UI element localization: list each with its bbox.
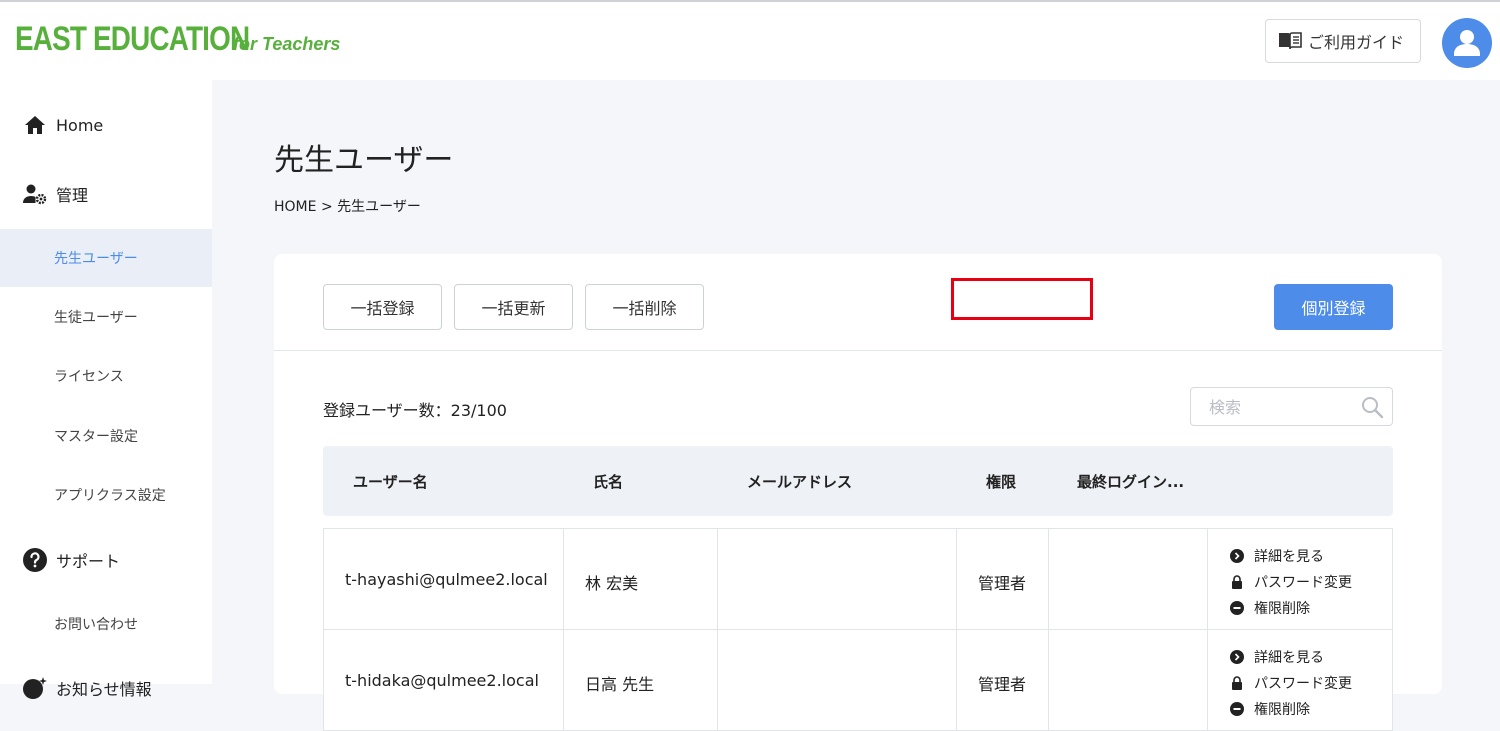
search-input[interactable] [1191,388,1371,427]
cell-role: 管理者 [957,630,1049,730]
page-title: 先生ユーザー [274,143,454,178]
user-guide-button[interactable]: ご利用ガイド [1265,19,1421,63]
help-circle-icon [22,547,48,573]
revoke-permission-label: 権限削除 [1254,702,1310,718]
logo-subtitle: for Teachers [233,34,341,54]
sidebar-item-home[interactable]: Home [22,110,103,140]
sidebar-item-support[interactable]: サポート [22,545,120,575]
cell-email [718,630,957,730]
logo-text[interactable]: EAST EDUCATION [15,20,250,59]
change-password-link[interactable]: パスワード変更 [1230,670,1352,696]
user-list-card: 一括登録 一括更新 一括削除 個別登録 登録ユーザー数：23/100 ユーザー名… [274,254,1442,731]
sparkle-icon [22,675,48,701]
sidebar-item-label: お知らせ情報 [56,680,152,699]
view-detail-label: 詳細を見る [1254,549,1324,565]
view-detail-label: 詳細を見る [1254,650,1324,666]
bulk-delete-button[interactable]: 一括削除 [585,284,704,330]
top-header: EAST EDUCATION for Teachers ご利用ガイド [0,2,1500,80]
cell-name: 日高 先生 [564,630,718,730]
cell-email [718,529,957,629]
sidebar-item-teacher-users[interactable]: 先生ユーザー [0,229,212,287]
user-gear-icon [22,181,48,207]
individual-register-button[interactable]: 個別登録 [1274,284,1393,330]
chevron-circle-icon [1230,549,1244,563]
breadcrumb-current: 先生ユーザー [337,199,421,215]
cell-username: t-hidaka@qulmee2.local [324,630,564,730]
view-detail-link[interactable]: 詳細を見る [1230,644,1352,670]
column-header-email[interactable]: メールアドレス [747,471,852,492]
username-text: t-hidaka@qulmee2.local [345,671,539,690]
revoke-permission-link[interactable]: 権限削除 [1230,595,1352,621]
sidebar-item-app-class-settings[interactable]: アプリクラス設定 [0,466,212,524]
revoke-permission-link[interactable]: 権限削除 [1230,696,1352,722]
change-password-label: パスワード変更 [1254,676,1352,692]
book-icon [1279,32,1302,50]
cell-last-login [1049,630,1208,730]
name-text: 林 宏美 [585,574,639,593]
row-actions: 詳細を見る パスワード変更 権限削除 [1230,543,1352,621]
sidebar-item-student-users[interactable]: 生徒ユーザー [0,288,212,346]
search-icon[interactable] [1360,395,1384,419]
role-text: 管理者 [978,574,1027,593]
breadcrumb-home-link[interactable]: HOME [274,199,316,215]
user-icon [1454,30,1480,56]
sidebar-item-license[interactable]: ライセンス [0,347,212,405]
role-text: 管理者 [978,675,1027,694]
revoke-permission-label: 権限削除 [1254,601,1310,617]
cell-username: t-hayashi@qulmee2.local [324,529,564,629]
lock-icon [1230,575,1244,589]
avatar[interactable] [1442,18,1492,68]
user-guide-label: ご利用ガイド [1308,33,1405,52]
minus-circle-icon [1230,601,1244,615]
sidebar-item-admin[interactable]: 管理 [22,179,88,209]
table-row: t-hidaka@qulmee2.local 日高 先生 管理者 詳細を見る パ… [323,629,1393,731]
sidebar-item-label: サポート [56,552,121,571]
column-header-last-login[interactable]: 最終ログイン... [1077,471,1184,492]
name-text: 日高 先生 [585,675,655,694]
table-header: ユーザー名 氏名 メールアドレス 権限 最終ログイン... [323,446,1393,516]
table-row: t-hayashi@qulmee2.local 林 宏美 管理者 詳細を見る パ… [323,528,1393,630]
bulk-update-button[interactable]: 一括更新 [454,284,573,330]
bulk-register-button[interactable]: 一括登録 [323,284,442,330]
column-header-username[interactable]: ユーザー名 [353,471,428,492]
breadcrumb: HOME > 先生ユーザー [274,196,421,216]
row-actions: 詳細を見る パスワード変更 権限削除 [1230,644,1352,722]
column-header-name[interactable]: 氏名 [593,471,623,492]
sidebar-item-label: 管理 [56,186,89,205]
lock-icon [1230,676,1244,690]
sidebar: Home 管理 先生ユーザー 生徒ユーザー ライセンス マスター設定 アプリクラ… [0,80,212,699]
search-box [1190,387,1393,427]
sidebar-item-contact[interactable]: お問い合わせ [0,595,212,653]
column-header-role[interactable]: 権限 [986,471,1016,492]
minus-circle-icon [1230,702,1244,716]
user-count: 登録ユーザー数：23/100 [323,401,507,420]
chevron-circle-icon [1230,650,1244,664]
change-password-link[interactable]: パスワード変更 [1230,569,1352,595]
change-password-label: パスワード変更 [1254,575,1352,591]
view-detail-link[interactable]: 詳細を見る [1230,543,1352,569]
cell-name: 林 宏美 [564,529,718,629]
breadcrumb-separator: > [320,199,333,215]
cell-last-login [1049,529,1208,629]
sidebar-item-label: Home [56,115,104,135]
home-icon [22,112,48,138]
sidebar-item-news[interactable]: お知らせ情報 [22,673,152,703]
sidebar-item-master-settings[interactable]: マスター設定 [0,407,212,465]
cell-role: 管理者 [957,529,1049,629]
username-text: t-hayashi@qulmee2.local [345,570,548,589]
card-divider [274,350,1442,351]
